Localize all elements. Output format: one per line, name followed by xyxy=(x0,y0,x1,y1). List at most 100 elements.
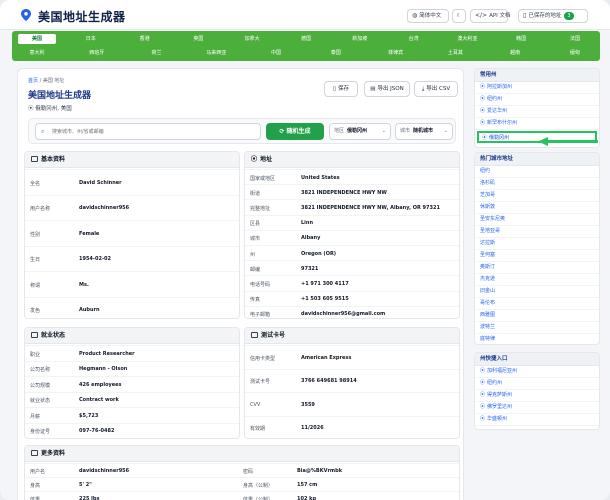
sidebar-item[interactable]: 旧金山 xyxy=(475,286,599,298)
language-button[interactable]: ◍ 简体中文 xyxy=(407,9,449,23)
info-value[interactable]: Albany xyxy=(301,235,320,241)
sidebar-item[interactable]: 哥伦布 xyxy=(475,298,599,310)
breadcrumb-home[interactable]: 首页 xyxy=(28,78,38,84)
country-tab[interactable]: 法国 xyxy=(556,34,594,44)
info-value[interactable]: Bia@%BKVrmbk xyxy=(297,468,342,474)
country-tab[interactable]: 中国 xyxy=(257,48,295,58)
country-tab[interactable]: 意大利 xyxy=(18,48,56,58)
country-tab[interactable]: 菲律宾 xyxy=(377,48,415,58)
saved-addresses-button[interactable]: ▯ 已保存的地址 3 xyxy=(518,9,588,23)
random-generate-button[interactable]: ⟳ 随机生成 xyxy=(266,123,324,140)
info-row: 信用卡类型 American Express xyxy=(245,345,459,369)
theme-toggle-button[interactable]: ☾ xyxy=(452,9,466,23)
info-value[interactable]: 5' 2" xyxy=(79,482,92,488)
info-value[interactable]: Oregon (OR) xyxy=(301,251,336,257)
info-label: 电子邮箱 xyxy=(250,312,271,319)
info-value[interactable]: 097-76-0482 xyxy=(79,428,114,434)
country-tab[interactable]: 西班牙 xyxy=(78,48,116,58)
sidebar-item[interactable]: 波特兰 xyxy=(475,322,599,334)
info-value[interactable]: 102 kg xyxy=(297,496,316,500)
info-label: CVV xyxy=(250,401,261,408)
region-select[interactable]: 地区 俄勒冈州 ⌄ xyxy=(329,123,391,140)
country-tab[interactable]: 加拿大 xyxy=(233,34,271,44)
sidebar-item[interactable]: 圣何塞 xyxy=(475,250,599,262)
country-tab[interactable]: 越南 xyxy=(496,48,534,58)
country-tab[interactable]: 日本 xyxy=(72,34,110,44)
sidebar-item[interactable]: ⦿ 纽约州 xyxy=(475,94,599,106)
sidebar-item[interactable]: 达拉斯 xyxy=(475,238,599,250)
info-value[interactable]: David Schinner xyxy=(79,180,122,186)
country-tab[interactable]: 缅甸 xyxy=(556,48,594,58)
info-value[interactable]: 97321 xyxy=(301,266,318,272)
sidebar-item-label: 奥斯汀 xyxy=(480,264,496,270)
country-tab[interactable]: 英国 xyxy=(179,34,217,44)
sidebar-item[interactable]: ⦿ 阿拉斯加州 xyxy=(475,82,599,94)
sidebar-item[interactable]: 洛杉矶 xyxy=(475,178,599,190)
country-tab[interactable]: 澳大利亚 xyxy=(448,34,486,44)
info-label: 信用卡类型 xyxy=(250,355,276,362)
info-value[interactable]: Hegmann - Olson xyxy=(79,366,127,372)
sidebar-item[interactable]: ⦿ 加利福尼亚州 xyxy=(475,366,599,378)
info-value[interactable]: $5,723 xyxy=(79,413,98,419)
country-tab[interactable]: 香港 xyxy=(126,34,164,44)
info-value[interactable]: +1 503 605 9515 xyxy=(301,296,349,302)
sidebar-item[interactable]: ⦿ 华盛顿州 xyxy=(475,414,599,426)
info-value[interactable]: 3821 INDEPENDENCE HWY NW xyxy=(301,190,387,196)
info-value[interactable]: 3559 xyxy=(301,402,315,408)
country-tab[interactable]: 德国 xyxy=(287,34,325,44)
info-value[interactable]: 225 lbs xyxy=(79,496,99,500)
city-select[interactable]: 城市 随机城市 ⌄ xyxy=(395,123,453,140)
sidebar-item[interactable]: 芝加哥 xyxy=(475,190,599,202)
sidebar-item[interactable]: 圣地亚哥 xyxy=(475,226,599,238)
sidebar-item[interactable]: 圣安东尼奥 xyxy=(475,214,599,226)
info-value[interactable]: 426 employees xyxy=(79,382,122,388)
export-csv-button[interactable]: ⤓ 导出 CSV xyxy=(414,81,458,97)
sidebar-item[interactable]: 杰克逊 xyxy=(475,274,599,286)
info-value[interactable]: Product Researcher xyxy=(79,351,135,357)
info-value[interactable]: davidschinner956 xyxy=(79,468,129,474)
info-value[interactable]: davidschinner956 xyxy=(79,205,129,211)
info-value[interactable]: 3766 649681 98914 xyxy=(301,378,357,384)
sidebar-item[interactable]: 底特律 xyxy=(475,334,599,344)
sidebar-item-label: 俄勒冈州 xyxy=(489,135,510,141)
info-value[interactable]: United States xyxy=(301,175,340,181)
info-value[interactable]: Contract work xyxy=(79,397,119,403)
country-tab[interactable]: 马来西亚 xyxy=(197,48,235,58)
info-value[interactable]: 11/2026 xyxy=(301,425,324,431)
country-tab[interactable]: 泰国 xyxy=(317,48,355,58)
sidebar-item[interactable]: ⦿ 新罕布什尔州 xyxy=(475,118,599,130)
site-title[interactable]: 美国地址生成器 xyxy=(38,8,126,25)
info-value[interactable]: +1 971 300 4117 xyxy=(301,281,349,287)
sidebar-item[interactable]: ⦿ 得克萨斯州 xyxy=(475,390,599,402)
state-quick-title: 州快捷入口 xyxy=(475,353,599,366)
info-value[interactable]: American Express xyxy=(301,355,351,361)
info-value[interactable]: 157 cm xyxy=(297,482,317,488)
country-tab[interactable]: 美国 xyxy=(18,34,56,44)
sidebar-item[interactable]: 休斯敦 xyxy=(475,202,599,214)
country-tab[interactable]: 荷兰 xyxy=(138,48,176,58)
api-docs-button[interactable]: </> API 文档 xyxy=(470,9,511,23)
country-row-2: 意大利 西班牙 荷兰 马来西亚 中国 泰国 菲律宾 土耳其 越南 缅甸 xyxy=(18,48,594,58)
sidebar-item[interactable]: 奥斯汀 xyxy=(475,262,599,274)
sidebar-item[interactable]: ⦿ 佛罗里达州 xyxy=(475,402,599,414)
info-value[interactable]: 1954-02-02 xyxy=(79,256,111,262)
export-json-button[interactable]: ▤ 导出 JSON xyxy=(364,81,410,97)
info-value[interactable]: davidschinner956@gmail.com xyxy=(301,311,385,317)
save-button[interactable]: ▯ 保存 xyxy=(324,81,358,97)
country-tab[interactable]: 台湾 xyxy=(395,34,433,44)
sidebar-item[interactable]: ⦿ 爱达华州 xyxy=(475,106,599,118)
state-quick-box: 州快捷入口 ⦿ 加利福尼亚州 ⦿ 纽约州 ⦿ 得克萨斯州 ⦿ 佛罗里达州 ⦿ 华盛顿州 xyxy=(474,352,600,430)
country-tab[interactable]: 新加坡 xyxy=(341,34,379,44)
info-value[interactable]: 3821 INDEPENDENCE HWY NW, Albany, OR 973… xyxy=(301,205,440,211)
code-icon: </> xyxy=(475,12,488,19)
info-value[interactable]: Auburn xyxy=(79,307,100,313)
info-value[interactable]: Linn xyxy=(301,220,313,226)
sidebar-item[interactable]: ⦿ 纽约州 xyxy=(475,378,599,390)
info-value[interactable]: Female xyxy=(79,231,99,237)
country-tab[interactable]: 土耳其 xyxy=(436,48,474,58)
sidebar-item[interactable]: 西雅图 xyxy=(475,310,599,322)
country-tab[interactable]: 韩国 xyxy=(502,34,540,44)
search-input[interactable] xyxy=(35,123,261,140)
info-value[interactable]: Ms. xyxy=(79,282,89,288)
sidebar-item[interactable]: 纽约 xyxy=(475,166,599,178)
